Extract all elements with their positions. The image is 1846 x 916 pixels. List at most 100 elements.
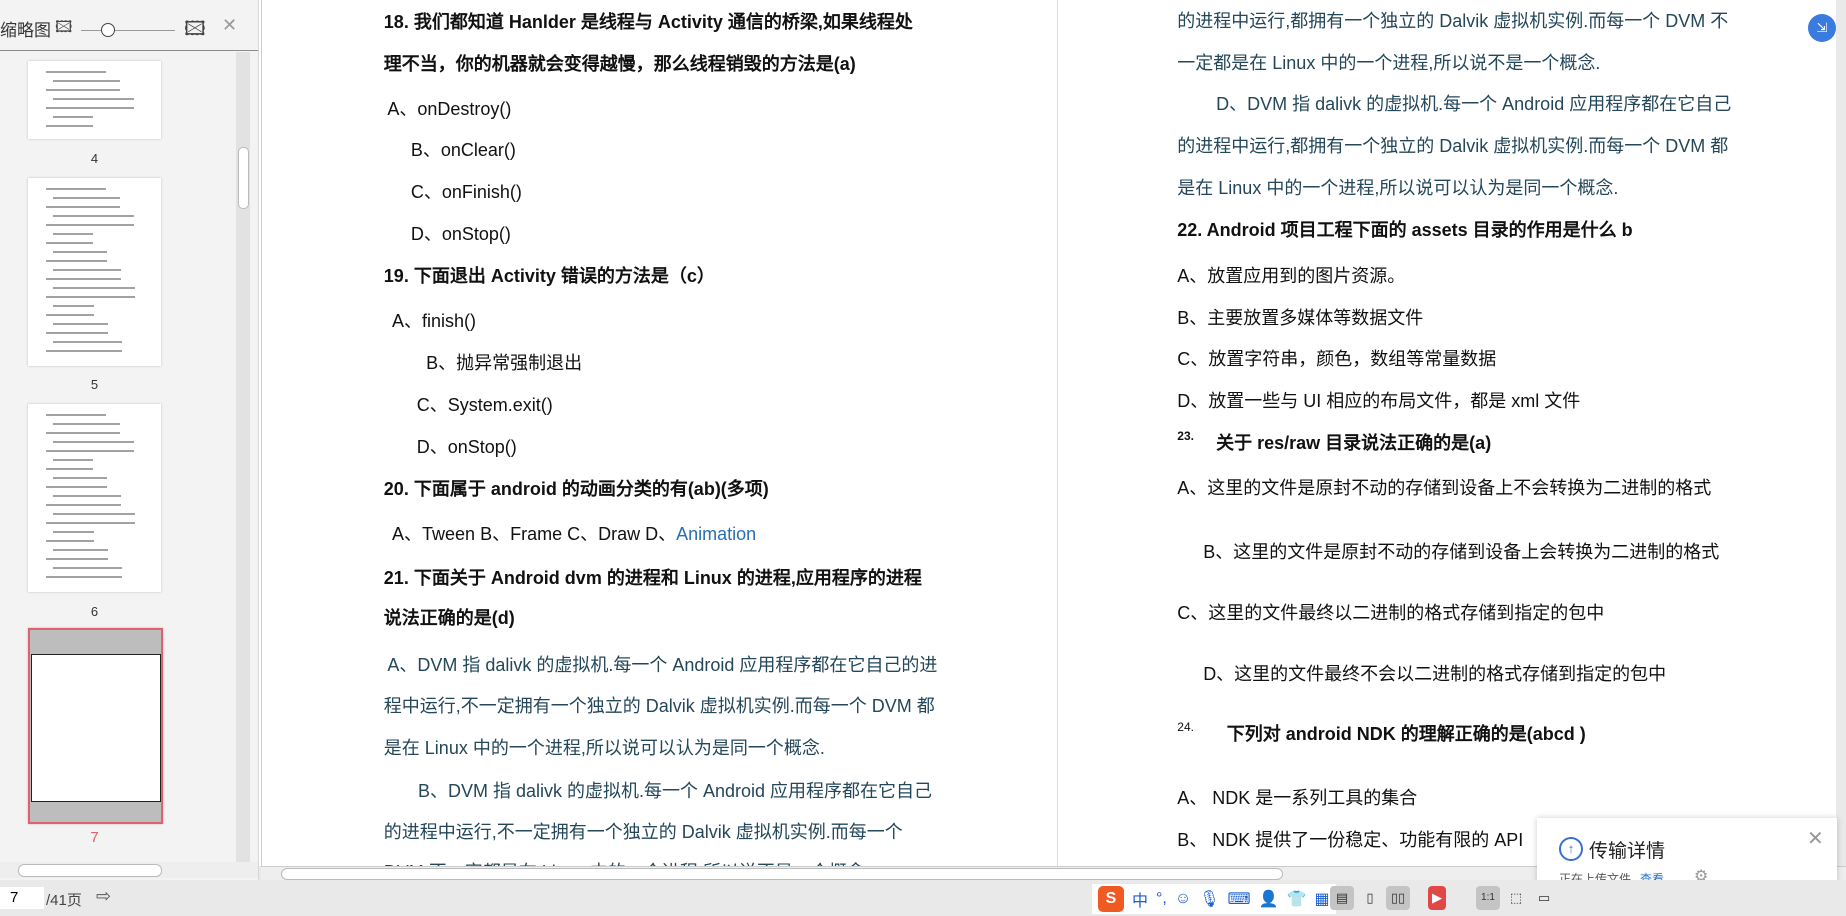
document-vscrollbar[interactable] [1836,0,1846,866]
thumbnail-text-line [46,432,120,434]
thumbnail-text-line [53,269,121,271]
close-icon[interactable]: ✕ [222,15,237,36]
thumbnail-hscrollbar[interactable] [0,862,258,878]
page-label: 6 [28,604,161,619]
single-page-button[interactable]: ▯ [1358,886,1382,910]
document-text-line: 是在 Linux 中的一个进程,所以说可以认为是同一个概念. [384,734,825,760]
skin-icon[interactable]: 👕 [1287,889,1307,909]
keyboard-icon[interactable]: ⌨ [1228,889,1251,909]
text-segment: A、onDestroy() [387,99,511,119]
text-segment: A、 NDK 是一系列工具的集合 [1177,788,1417,808]
text-segment: 19. 下面退出 Activity 错误的方法是（c） [384,266,715,286]
thumbnail-text-line [53,567,122,569]
text-segment: B、主要放置多媒体等数据文件 [1177,308,1423,328]
document-text-line: 21. 下面关于 Android dvm 的进程和 Linux 的进程,应用程序… [384,564,922,590]
ime-language[interactable]: 中 [1132,887,1148,911]
thumbnail-text-line [46,468,93,470]
thumbnail-text-line [46,296,135,298]
thumbnail-text-line [46,71,106,73]
grid-icon[interactable]: ▦ [1314,889,1329,909]
popup-title: 传输详情 [1589,836,1665,863]
ime-toolbar[interactable]: S 中 °, ☺ 🎙 ⌨ 👤 👕 ▦ [1092,884,1336,914]
text-segment: 18. 我们都知道 Hanlder 是线程与 Activity 通信的桥梁,如果… [384,12,913,32]
small-image-icon[interactable]: 🖾 [55,16,72,43]
sogou-logo-icon: S [1098,886,1124,912]
document-text-line: A、DVM 指 dalivk 的虚拟机.每一个 Android 应用程序都在它自… [387,651,937,677]
document-text-line: 关于 res/raw 目录说法正确的是(a) [1216,429,1491,455]
actual-size-button[interactable]: 1:1 [1476,886,1500,910]
page-thumbnail-4[interactable] [28,61,161,139]
ime-punctuation[interactable]: °, [1156,890,1167,908]
text-segment: D、DVM 指 dalivk 的虚拟机.每一个 Android 应用程序都在它自… [1216,94,1731,114]
thumbnail-text-line [46,540,94,542]
convert-document-button[interactable]: ⇲ [1808,14,1836,42]
text-segment: 下列对 android NDK 的理解正确的是(abcd ) [1227,724,1586,744]
document-text-line: B、主要放置多媒体等数据文件 [1177,304,1423,330]
page-thumbnail-7-selected[interactable] [28,628,163,824]
text-segment: 的进程中运行,都拥有一个独立的 Dalvik 虚拟机实例.而每一个 DVM 不 [1177,11,1728,31]
text-segment: B、 NDK 提供了一份稳定、功能有限的 API [1177,830,1523,850]
play-icon[interactable]: ▶ [1428,886,1446,910]
thumbnail-header: 缩略图 🖾 🖾 ✕ [0,0,258,51]
thumbnail-text-line [53,341,122,343]
close-icon[interactable]: ✕ [1807,826,1824,851]
thumbnail-text-line [46,486,107,488]
document-text-line: 理不当，你的机器就会变得越慢，那么线程销毁的方法是(a) [384,50,856,76]
page-number-input[interactable]: 7 [0,887,44,909]
document-text-line: 22. Android 项目工程下面的 assets 目录的作用是什么 b [1177,216,1632,242]
thumbnail-text-line [46,522,135,524]
text-segment: C、这里的文件最终以二进制的格式存储到指定的包中 [1177,603,1604,623]
user-icon[interactable]: 👤 [1259,889,1279,909]
scrollbar-thumb[interactable] [18,864,162,877]
text-segment: C、System.exit() [417,395,553,415]
document-text-line: C、放置字符串，颜色，数组等常量数据 [1177,345,1496,371]
page-label-selected: 7 [28,829,161,846]
thumbnail-scrollbar[interactable] [236,52,250,862]
thumbnail-text-line [53,305,94,307]
thumbnail-text-line [53,80,120,82]
thumbnail-text-line [46,414,106,416]
scrollbar-thumb[interactable] [238,147,249,209]
text-segment: A、这里的文件是原封不动的存储到设备上不会转换为二进制的格式 [1177,478,1711,498]
thumbnail-text-line [46,350,122,352]
text-segment: C、onFinish() [411,182,522,202]
document-text-line: C、System.exit() [417,391,553,417]
fit-page-button[interactable]: ⬚ [1504,886,1528,910]
document-text-line: 23. [1177,429,1194,443]
document-text-line: C、onFinish() [411,178,522,204]
slider-knob[interactable] [101,23,115,37]
thumbnail-text-line [46,278,121,280]
text-segment: D、onStop() [411,224,511,244]
document-text-line: 程中运行,不一定拥有一个独立的 Dalvik 虚拟机实例.而每一个 DVM 都 [384,692,935,718]
document-text-line: D、这里的文件最终不会以二进制的格式存储到指定的包中 [1203,660,1666,686]
document-text-line: B、DVM 指 dalivk 的虚拟机.每一个 Android 应用程序都在它自… [418,777,932,803]
text-segment: 23. [1177,429,1194,443]
thumbnail-size-slider[interactable] [81,30,175,31]
thumbnail-text-line [53,98,134,100]
thumbnail-text-line [53,531,94,533]
thumbnail-text-line [53,251,107,253]
emoji-icon[interactable]: ☺ [1175,890,1191,908]
document-text-line: 24. [1177,720,1194,734]
text-segment: B、这里的文件是原封不动的存储到设备上会转换为二进制的格式 [1203,542,1719,562]
next-page-arrow-icon[interactable]: ⇨ [96,886,111,907]
document-text-line: A、放置应用到的图片资源。 [1177,262,1405,288]
thumbnail-text-line [46,332,108,334]
scrollbar-thumb[interactable] [281,868,1283,880]
thumbnail-text-line [46,450,134,452]
document-text-line: 一定都是在 Linux 中的一个进程,所以说不是一个概念. [1177,49,1600,75]
document-text-line: 的进程中运行,都拥有一个独立的 Dalvik 虚拟机实例.而每一个 DVM 都 [1177,132,1728,158]
thumbnail-text-line [53,549,108,551]
page-thumbnail-5[interactable] [28,178,161,366]
page-thumbnail-6[interactable] [28,404,161,592]
document-text-line: A、这里的文件是原封不动的存储到设备上不会转换为二进制的格式 [1177,474,1711,500]
status-bar: 7 /41页 ⇨ S 中 °, ☺ 🎙 ⌨ 👤 👕 ▦ ▤ ▯ ▯▯ ▶ 1:1… [0,880,1846,916]
two-page-button[interactable]: ▯▯ [1386,886,1410,910]
large-image-icon[interactable]: 🖾 [184,14,206,48]
text-segment: 的进程中运行,都拥有一个独立的 Dalvik 虚拟机实例.而每一个 DVM 都 [1177,136,1728,156]
fit-width-button[interactable]: ▭ [1532,886,1556,910]
upload-icon: ↑ [1559,837,1583,861]
thumbnail-text-line [53,197,120,199]
continuous-view-button[interactable]: ▤ [1330,886,1354,910]
microphone-icon[interactable]: 🎙 [1199,889,1219,909]
